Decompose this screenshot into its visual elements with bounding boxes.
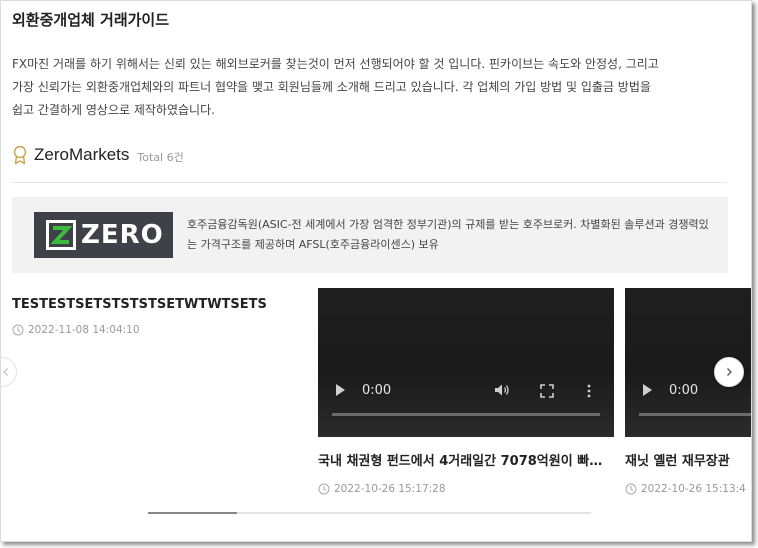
video-date: 2022-10-26 15:17:28 <box>318 483 614 495</box>
broker-info-box: ZERO 호주금융감독원(ASIC-전 세계에서 가장 엄격한 정부기관)의 규… <box>12 197 728 273</box>
video-date: 2022-10-26 15:13:4 <box>625 483 751 495</box>
fullscreen-icon[interactable] <box>540 384 554 398</box>
video-card[interactable]: 0:00 재닛 옐런 재무장관 2022-10-26 15:13:4 <box>625 288 751 495</box>
divider <box>12 182 727 183</box>
video-progress-bar[interactable] <box>332 413 600 416</box>
award-icon <box>13 145 27 165</box>
broker-header: ZeroMarkets Total 6건 <box>12 143 184 167</box>
chevron-right-icon <box>727 368 732 376</box>
clock-icon <box>625 483 637 495</box>
broker-logo[interactable]: ZERO <box>34 212 173 258</box>
page-title: 외환중개업체 거래가이드 <box>12 11 170 29</box>
broker-description: 호주금융감독원(ASIC-전 세계에서 가장 엄격한 정부기관)의 규제를 받는… <box>187 218 709 251</box>
guide-panel: 외환중개업체 거래가이드 FX마진 거래를 하기 위해서는 신뢰 있는 해외브로… <box>0 0 752 542</box>
carousel-scrollbar[interactable] <box>148 512 591 514</box>
video-time: 0:00 <box>362 383 392 398</box>
intro-line: 쉽고 간결하게 영상으로 제작하였습니다. <box>12 103 215 117</box>
carousel-prev-button[interactable] <box>1 357 17 387</box>
video-progress-bar[interactable] <box>639 413 751 416</box>
video-title[interactable]: 재닛 옐런 재무장관 <box>625 450 751 469</box>
volume-icon[interactable] <box>494 383 510 397</box>
video-date-text: 2022-10-26 15:17:28 <box>334 483 446 495</box>
broker-total-count: Total 6건 <box>137 150 184 164</box>
play-icon[interactable] <box>643 384 652 396</box>
play-icon[interactable] <box>336 384 345 396</box>
video-time: 0:00 <box>669 383 699 398</box>
more-options-icon[interactable] <box>586 384 592 398</box>
carousel-scroll-thumb[interactable] <box>148 512 237 514</box>
chevron-left-icon <box>3 368 8 376</box>
video-date-text: 2022-10-26 15:13:4 <box>641 483 746 495</box>
zero-logo-mark-icon <box>46 220 76 250</box>
broker-name: ZeroMarkets <box>34 145 130 164</box>
video-card[interactable]: 0:00 국내 채권형 펀드에서 4거래일간 7078억원이 빠져나가 2022… <box>318 288 614 495</box>
logo-text: ZERO <box>81 220 164 250</box>
post-date: 2022-11-08 14:04:10 <box>12 324 140 336</box>
video-player[interactable]: 0:00 <box>318 288 614 437</box>
post-title[interactable]: TESTESTSETSTSTSTSETWTWTSETS <box>12 297 267 312</box>
clock-icon <box>318 483 330 495</box>
carousel-next-button[interactable] <box>714 357 744 387</box>
post-date-text: 2022-11-08 14:04:10 <box>28 324 140 336</box>
video-title[interactable]: 국내 채권형 펀드에서 4거래일간 7078억원이 빠져나가 <box>318 450 614 469</box>
intro-line: FX마진 거래를 하기 위해서는 신뢰 있는 해외브로커를 찾는것이 먼저 선행… <box>12 57 659 71</box>
intro-line: 가장 신뢰가는 외환중개업체와의 파트너 협약을 맺고 회원님들께 소개해 드리… <box>12 80 651 94</box>
intro-text: FX마진 거래를 하기 위해서는 신뢰 있는 해외브로커를 찾는것이 먼저 선행… <box>12 53 732 122</box>
clock-icon <box>12 324 24 336</box>
